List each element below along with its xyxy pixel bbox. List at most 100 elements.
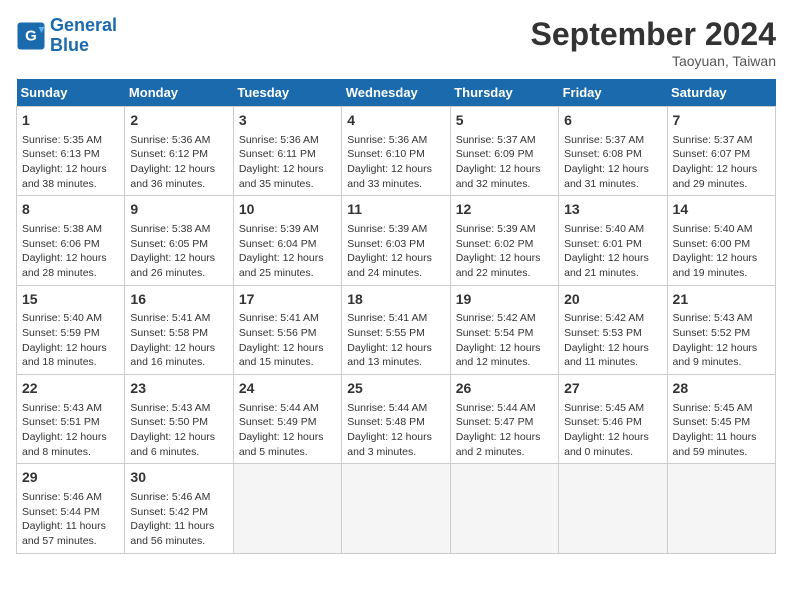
day-info: Sunrise: 5:45 AMSunset: 5:46 PMDaylight:… [564, 401, 661, 460]
col-header-thursday: Thursday [450, 79, 558, 107]
day-number: 29 [22, 468, 119, 488]
calendar-week-5: 29 Sunrise: 5:46 AMSunset: 5:44 PMDaylig… [17, 464, 776, 553]
day-info: Sunrise: 5:41 AMSunset: 5:56 PMDaylight:… [239, 311, 336, 370]
day-info: Sunrise: 5:36 AMSunset: 6:11 PMDaylight:… [239, 133, 336, 192]
col-header-tuesday: Tuesday [233, 79, 341, 107]
calendar-cell: 4 Sunrise: 5:36 AMSunset: 6:10 PMDayligh… [342, 107, 450, 196]
logo-icon: G [16, 21, 46, 51]
col-header-monday: Monday [125, 79, 233, 107]
calendar-table: SundayMondayTuesdayWednesdayThursdayFrid… [16, 79, 776, 554]
calendar-cell: 15 Sunrise: 5:40 AMSunset: 5:59 PMDaylig… [17, 285, 125, 374]
day-info: Sunrise: 5:44 AMSunset: 5:47 PMDaylight:… [456, 401, 553, 460]
calendar-week-3: 15 Sunrise: 5:40 AMSunset: 5:59 PMDaylig… [17, 285, 776, 374]
calendar-cell: 26 Sunrise: 5:44 AMSunset: 5:47 PMDaylig… [450, 375, 558, 464]
day-number: 16 [130, 290, 227, 310]
calendar-cell: 27 Sunrise: 5:45 AMSunset: 5:46 PMDaylig… [559, 375, 667, 464]
calendar-cell [450, 464, 558, 553]
day-number: 26 [456, 379, 553, 399]
calendar-cell: 23 Sunrise: 5:43 AMSunset: 5:50 PMDaylig… [125, 375, 233, 464]
day-info: Sunrise: 5:37 AMSunset: 6:08 PMDaylight:… [564, 133, 661, 192]
calendar-cell: 2 Sunrise: 5:36 AMSunset: 6:12 PMDayligh… [125, 107, 233, 196]
calendar-week-2: 8 Sunrise: 5:38 AMSunset: 6:06 PMDayligh… [17, 196, 776, 285]
calendar-cell: 17 Sunrise: 5:41 AMSunset: 5:56 PMDaylig… [233, 285, 341, 374]
col-header-sunday: Sunday [17, 79, 125, 107]
day-number: 22 [22, 379, 119, 399]
day-number: 30 [130, 468, 227, 488]
calendar-cell: 6 Sunrise: 5:37 AMSunset: 6:08 PMDayligh… [559, 107, 667, 196]
page-header: G General Blue September 2024 Taoyuan, T… [16, 16, 776, 69]
header-row: SundayMondayTuesdayWednesdayThursdayFrid… [17, 79, 776, 107]
day-number: 17 [239, 290, 336, 310]
day-info: Sunrise: 5:39 AMSunset: 6:04 PMDaylight:… [239, 222, 336, 281]
day-info: Sunrise: 5:38 AMSunset: 6:06 PMDaylight:… [22, 222, 119, 281]
day-info: Sunrise: 5:36 AMSunset: 6:12 PMDaylight:… [130, 133, 227, 192]
day-info: Sunrise: 5:39 AMSunset: 6:02 PMDaylight:… [456, 222, 553, 281]
day-info: Sunrise: 5:46 AMSunset: 5:42 PMDaylight:… [130, 490, 227, 549]
day-info: Sunrise: 5:44 AMSunset: 5:49 PMDaylight:… [239, 401, 336, 460]
calendar-cell: 5 Sunrise: 5:37 AMSunset: 6:09 PMDayligh… [450, 107, 558, 196]
day-number: 24 [239, 379, 336, 399]
calendar-cell: 24 Sunrise: 5:44 AMSunset: 5:49 PMDaylig… [233, 375, 341, 464]
logo-line1: General [50, 15, 117, 35]
day-number: 19 [456, 290, 553, 310]
calendar-cell: 21 Sunrise: 5:43 AMSunset: 5:52 PMDaylig… [667, 285, 775, 374]
calendar-cell: 16 Sunrise: 5:41 AMSunset: 5:58 PMDaylig… [125, 285, 233, 374]
day-info: Sunrise: 5:37 AMSunset: 6:07 PMDaylight:… [673, 133, 770, 192]
day-info: Sunrise: 5:43 AMSunset: 5:50 PMDaylight:… [130, 401, 227, 460]
calendar-week-1: 1 Sunrise: 5:35 AMSunset: 6:13 PMDayligh… [17, 107, 776, 196]
day-number: 4 [347, 111, 444, 131]
logo: G General Blue [16, 16, 117, 56]
day-number: 5 [456, 111, 553, 131]
day-number: 28 [673, 379, 770, 399]
calendar-cell: 7 Sunrise: 5:37 AMSunset: 6:07 PMDayligh… [667, 107, 775, 196]
day-number: 12 [456, 200, 553, 220]
calendar-cell [233, 464, 341, 553]
calendar-cell: 12 Sunrise: 5:39 AMSunset: 6:02 PMDaylig… [450, 196, 558, 285]
calendar-cell: 28 Sunrise: 5:45 AMSunset: 5:45 PMDaylig… [667, 375, 775, 464]
day-number: 27 [564, 379, 661, 399]
calendar-cell [342, 464, 450, 553]
day-info: Sunrise: 5:40 AMSunset: 5:59 PMDaylight:… [22, 311, 119, 370]
calendar-cell: 11 Sunrise: 5:39 AMSunset: 6:03 PMDaylig… [342, 196, 450, 285]
day-number: 21 [673, 290, 770, 310]
day-info: Sunrise: 5:44 AMSunset: 5:48 PMDaylight:… [347, 401, 444, 460]
day-info: Sunrise: 5:35 AMSunset: 6:13 PMDaylight:… [22, 133, 119, 192]
day-number: 7 [673, 111, 770, 131]
calendar-cell [667, 464, 775, 553]
day-number: 25 [347, 379, 444, 399]
col-header-saturday: Saturday [667, 79, 775, 107]
calendar-cell: 18 Sunrise: 5:41 AMSunset: 5:55 PMDaylig… [342, 285, 450, 374]
col-header-friday: Friday [559, 79, 667, 107]
calendar-cell: 25 Sunrise: 5:44 AMSunset: 5:48 PMDaylig… [342, 375, 450, 464]
day-info: Sunrise: 5:46 AMSunset: 5:44 PMDaylight:… [22, 490, 119, 549]
calendar-cell: 20 Sunrise: 5:42 AMSunset: 5:53 PMDaylig… [559, 285, 667, 374]
day-info: Sunrise: 5:42 AMSunset: 5:53 PMDaylight:… [564, 311, 661, 370]
day-info: Sunrise: 5:43 AMSunset: 5:52 PMDaylight:… [673, 311, 770, 370]
day-number: 23 [130, 379, 227, 399]
day-info: Sunrise: 5:40 AMSunset: 6:00 PMDaylight:… [673, 222, 770, 281]
title-block: September 2024 Taoyuan, Taiwan [531, 16, 776, 69]
day-info: Sunrise: 5:36 AMSunset: 6:10 PMDaylight:… [347, 133, 444, 192]
calendar-cell: 13 Sunrise: 5:40 AMSunset: 6:01 PMDaylig… [559, 196, 667, 285]
calendar-cell [559, 464, 667, 553]
day-number: 20 [564, 290, 661, 310]
day-number: 14 [673, 200, 770, 220]
day-info: Sunrise: 5:38 AMSunset: 6:05 PMDaylight:… [130, 222, 227, 281]
calendar-cell: 10 Sunrise: 5:39 AMSunset: 6:04 PMDaylig… [233, 196, 341, 285]
location: Taoyuan, Taiwan [531, 53, 776, 69]
day-number: 3 [239, 111, 336, 131]
day-number: 13 [564, 200, 661, 220]
day-info: Sunrise: 5:37 AMSunset: 6:09 PMDaylight:… [456, 133, 553, 192]
day-number: 10 [239, 200, 336, 220]
day-number: 1 [22, 111, 119, 131]
day-info: Sunrise: 5:39 AMSunset: 6:03 PMDaylight:… [347, 222, 444, 281]
day-number: 2 [130, 111, 227, 131]
calendar-cell: 19 Sunrise: 5:42 AMSunset: 5:54 PMDaylig… [450, 285, 558, 374]
day-info: Sunrise: 5:41 AMSunset: 5:55 PMDaylight:… [347, 311, 444, 370]
day-number: 8 [22, 200, 119, 220]
calendar-cell: 9 Sunrise: 5:38 AMSunset: 6:05 PMDayligh… [125, 196, 233, 285]
calendar-cell: 29 Sunrise: 5:46 AMSunset: 5:44 PMDaylig… [17, 464, 125, 553]
calendar-week-4: 22 Sunrise: 5:43 AMSunset: 5:51 PMDaylig… [17, 375, 776, 464]
logo-line2: Blue [50, 35, 89, 55]
calendar-cell: 3 Sunrise: 5:36 AMSunset: 6:11 PMDayligh… [233, 107, 341, 196]
